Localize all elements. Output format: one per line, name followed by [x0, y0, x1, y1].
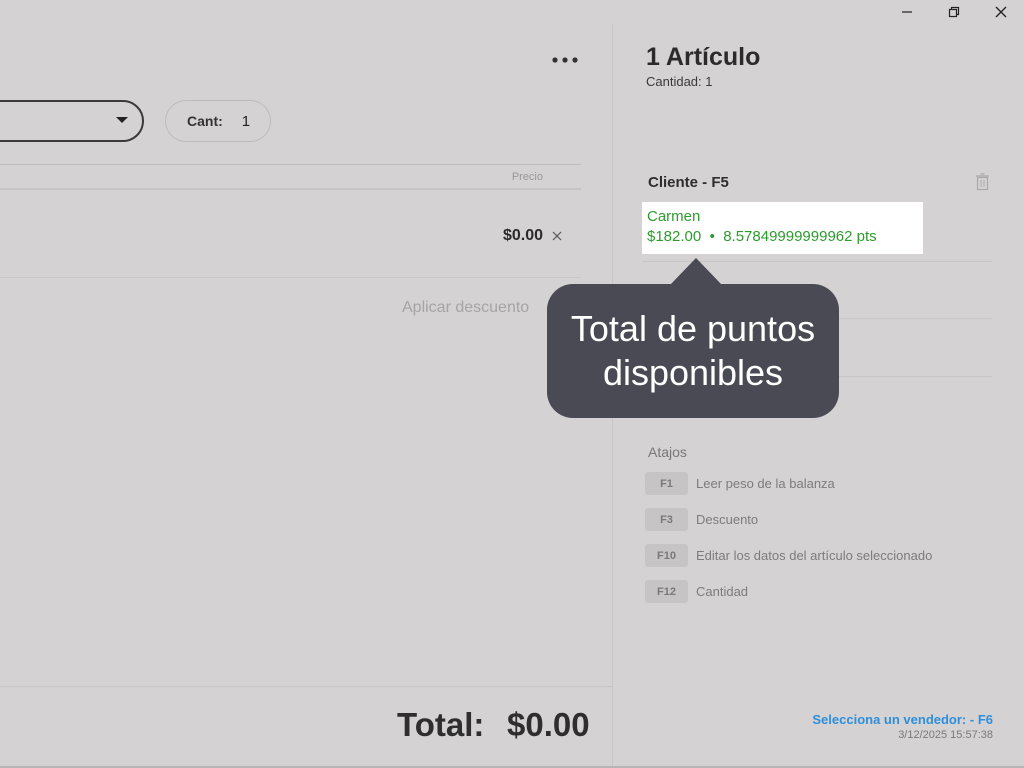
price-column-header: Precio [511, 171, 543, 183]
restore-icon [948, 6, 959, 18]
shortcut-item[interactable]: F1 Leer peso de la balanza [645, 472, 835, 495]
shortcut-key: F1 [645, 472, 688, 495]
sale-panel: Cant: 1 Precio $0.00 Aplicar descuento [0, 0, 613, 768]
client-card[interactable]: Carmen $182.00 • 8.57849999999962 pts [642, 202, 923, 254]
remove-item-icon[interactable] [551, 230, 563, 242]
shortcut-key: F10 [645, 544, 688, 567]
close-button[interactable] [977, 0, 1024, 24]
total-label: Total: [397, 706, 485, 743]
select-seller-link[interactable]: Selecciona un vendedor: - F6 [812, 712, 993, 727]
shortcut-desc: Editar los datos del artículo selecciona… [696, 548, 933, 563]
quantity-label: Cant: [187, 113, 223, 129]
dropdown-caret-icon [116, 117, 128, 123]
quantity-value: 1 [241, 112, 251, 130]
shortcuts-title: Atajos [648, 444, 687, 460]
apply-discount-link[interactable]: Aplicar descuento [402, 299, 529, 317]
line-item-price: $0.00 [502, 227, 543, 244]
shortcut-key: F12 [645, 580, 688, 603]
client-stats: $182.00 • 8.57849999999962 pts [647, 226, 918, 248]
client-points: 8.57849999999962 pts [723, 228, 877, 245]
shortcut-key: F3 [645, 508, 688, 531]
trash-icon[interactable] [975, 173, 990, 191]
client-name: Carmen [647, 208, 701, 225]
window-controls [883, 0, 1024, 24]
client-balance: $182.00 [647, 228, 702, 245]
shortcut-desc: Leer peso de la balanza [696, 476, 835, 491]
product-select[interactable] [0, 100, 144, 142]
table-row[interactable]: $0.00 [0, 190, 581, 278]
client-header[interactable]: Cliente - F5 [648, 174, 729, 191]
points-tooltip: Total de puntos disponibles [547, 284, 839, 418]
quantity-field[interactable]: Cant: 1 [165, 100, 271, 142]
items-table-header: Precio [0, 164, 581, 190]
close-icon [995, 6, 1006, 18]
more-options-button[interactable] [549, 50, 581, 70]
shortcut-item[interactable]: F12 Cantidad [645, 580, 748, 603]
total-value: $0.00 [507, 706, 590, 743]
more-dots-icon [552, 57, 578, 63]
shortcut-item[interactable]: F3 Descuento [645, 508, 758, 531]
restore-button[interactable] [930, 0, 977, 24]
article-count-title: 1 Artículo [646, 43, 761, 71]
shortcut-desc: Cantidad [696, 584, 749, 599]
minimize-button[interactable] [883, 0, 930, 24]
shortcut-desc: Descuento [696, 512, 759, 527]
quantity-summary: Cantidad: 1 [646, 74, 713, 89]
stats-bullet: • [709, 228, 715, 245]
tooltip-arrow [670, 258, 722, 285]
shortcut-item[interactable]: F10 Editar los datos del artículo selecc… [645, 544, 932, 567]
datetime: 3/12/2025 15:57:38 [898, 729, 993, 741]
minimize-icon [901, 11, 912, 13]
